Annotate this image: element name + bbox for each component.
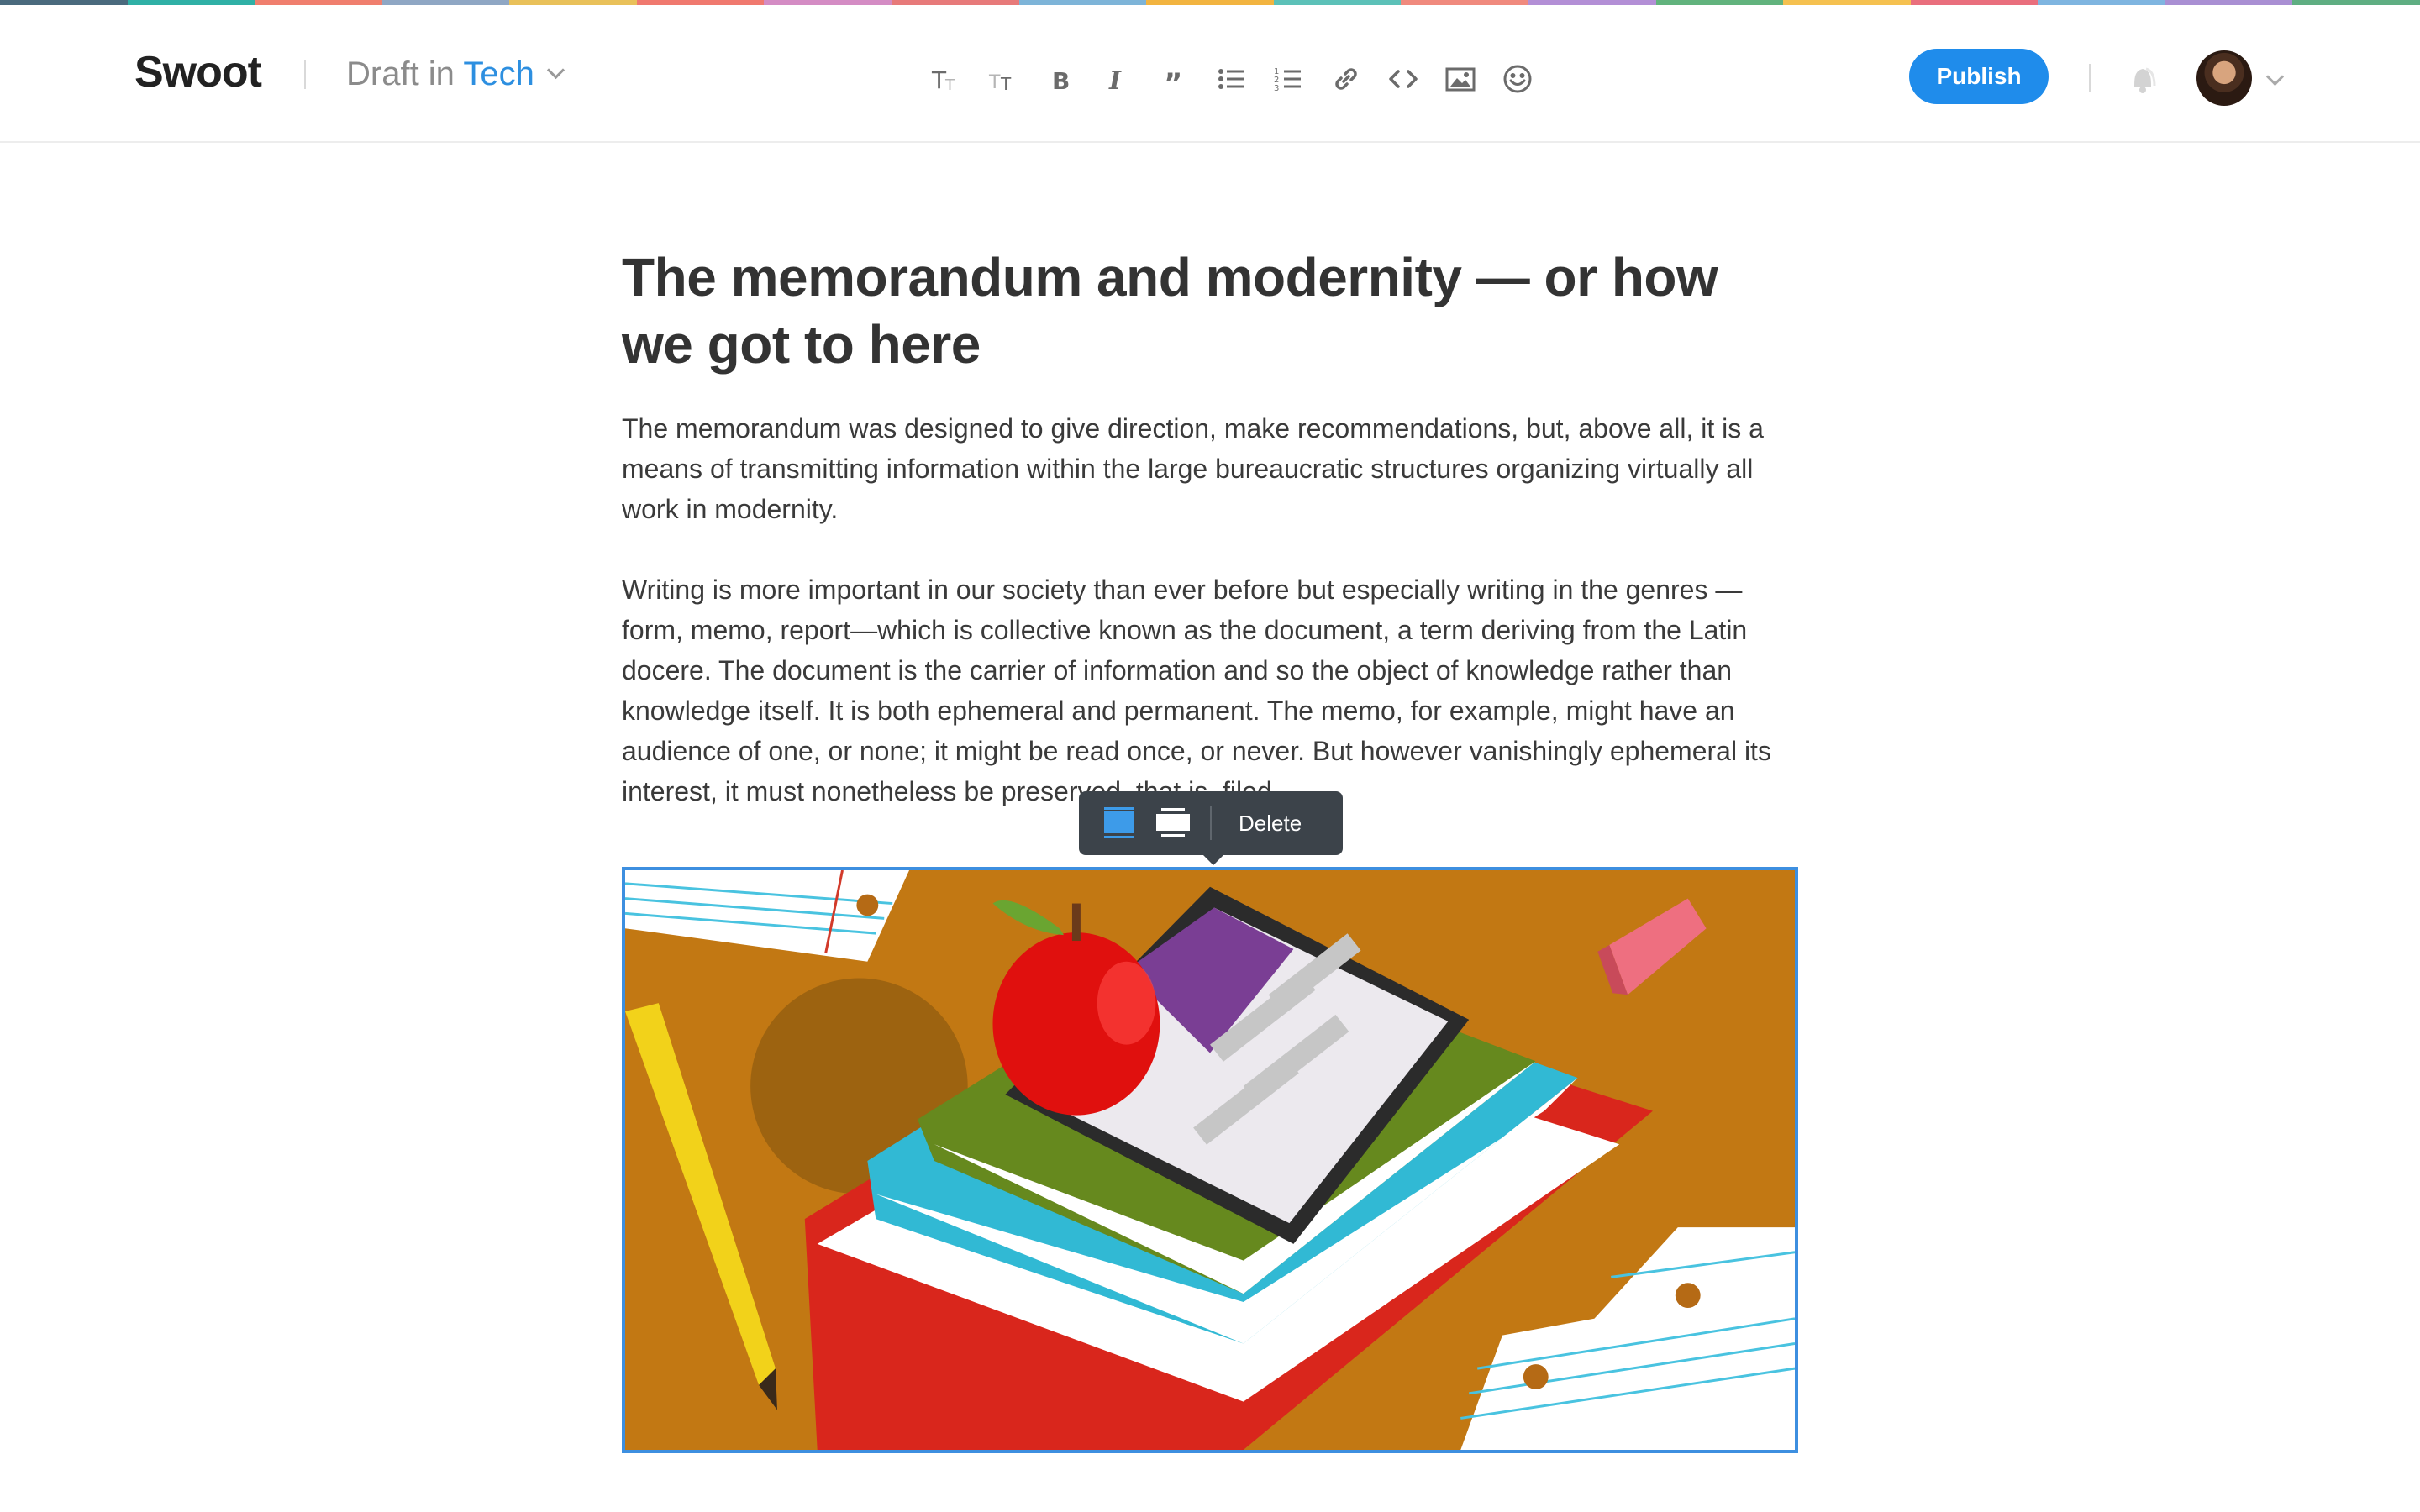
svg-text:”: ” xyxy=(1164,67,1182,95)
formatting-toolbar: TT TT B I ” 123 xyxy=(924,57,1553,101)
heading-icon[interactable]: TT xyxy=(924,57,968,101)
publish-button[interactable]: Publish xyxy=(1909,49,2049,104)
full-width-layout-icon[interactable] xyxy=(1151,801,1195,845)
emoji-icon[interactable] xyxy=(1496,57,1539,101)
link-icon[interactable] xyxy=(1324,57,1368,101)
divider xyxy=(1210,806,1212,840)
svg-text:T: T xyxy=(944,76,955,94)
image-toolbar: Delete xyxy=(1079,791,1343,865)
bulleted-list-icon[interactable] xyxy=(1210,57,1254,101)
article-editor[interactable]: The memorandum and modernity — or how we… xyxy=(622,244,1798,811)
numbered-list-icon[interactable]: 123 xyxy=(1267,57,1311,101)
svg-text:T: T xyxy=(1000,74,1012,94)
code-icon[interactable] xyxy=(1381,57,1425,101)
inline-layout-icon[interactable] xyxy=(1097,801,1141,845)
notifications-bell-icon[interactable] xyxy=(2126,62,2160,96)
article-image[interactable] xyxy=(622,867,1798,1453)
article-paragraph[interactable]: The memorandum was designed to give dire… xyxy=(622,408,1798,529)
logo[interactable]: Swoot xyxy=(134,47,262,97)
subheading-icon[interactable]: TT xyxy=(981,57,1025,101)
svg-text:I: I xyxy=(1108,66,1122,95)
svg-text:B: B xyxy=(1052,67,1070,95)
italic-icon[interactable]: I xyxy=(1096,57,1139,101)
top-bar: Swoot Draft in Tech TT TT B I ” 123 Publ… xyxy=(0,5,2420,143)
image-icon[interactable] xyxy=(1439,57,1482,101)
draft-prefix: Draft in xyxy=(346,55,455,92)
delete-button[interactable]: Delete xyxy=(1239,811,1302,837)
chevron-down-icon xyxy=(546,60,565,80)
quote-icon[interactable]: ” xyxy=(1153,57,1197,101)
divider xyxy=(2089,64,2091,92)
draft-category-selector[interactable]: Draft in Tech xyxy=(346,55,565,93)
bold-icon[interactable]: B xyxy=(1039,57,1082,101)
svg-text:3: 3 xyxy=(1274,84,1279,93)
illustration-books-tablet-apple xyxy=(625,870,1795,1450)
chevron-down-icon[interactable] xyxy=(2265,67,2285,87)
article-title[interactable]: The memorandum and modernity — or how we… xyxy=(622,244,1798,378)
svg-text:T: T xyxy=(988,72,1001,93)
article-paragraph[interactable]: Writing is more important in our society… xyxy=(622,570,1798,811)
divider xyxy=(304,60,306,89)
avatar[interactable] xyxy=(2196,50,2252,106)
category-label: Tech xyxy=(463,55,534,92)
